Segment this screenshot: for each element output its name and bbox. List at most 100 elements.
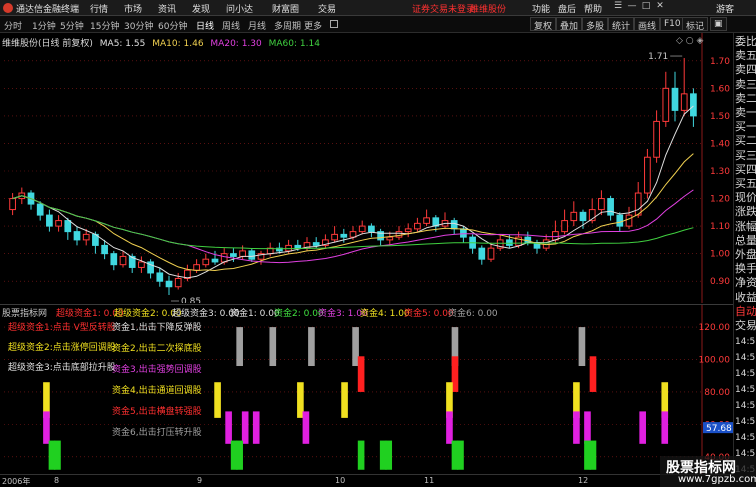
menu-after-hours[interactable]: 盘后 xyxy=(558,2,576,15)
sidebar-quote-label: 买四 xyxy=(735,162,756,176)
ma-legend: 维维股份(日线 前复权) MA5: 1.55 MA10: 1.46 MA20: … xyxy=(2,36,324,49)
signal-bar xyxy=(54,440,61,470)
layout-icon[interactable]: ▣ xyxy=(710,17,727,31)
zoom-controls-icon[interactable]: ◇ ○ ◈ xyxy=(676,36,703,46)
candle-body xyxy=(552,231,559,241)
multi-stock-button[interactable]: 多股 xyxy=(582,17,609,32)
sidebar-quote-label: 买五 xyxy=(735,177,756,190)
candle-body xyxy=(174,277,182,288)
period-toolbar: 分时 1分钟 5分钟 15分钟 30分钟 60分钟 日线 周线 月线 多周期 更… xyxy=(0,16,756,33)
tab-daily[interactable]: 日线 xyxy=(196,19,214,32)
maximize-icon[interactable]: □ xyxy=(640,1,652,14)
tab-more[interactable]: 更多 xyxy=(304,19,322,32)
candle-body xyxy=(570,211,578,222)
tab-timeshare[interactable]: 分时 xyxy=(4,19,22,32)
minimize-icon[interactable]: — xyxy=(626,1,638,14)
indicator-title[interactable]: 股票指标网 xyxy=(2,306,47,319)
calendar-icon[interactable] xyxy=(330,20,338,28)
tab-5min[interactable]: 5分钟 xyxy=(60,19,84,32)
signal-bar xyxy=(236,327,243,367)
signal-bar xyxy=(43,411,50,444)
candle-body xyxy=(312,242,320,246)
candle-body xyxy=(294,244,302,249)
menu-functions[interactable]: 功能 xyxy=(532,2,550,15)
candle-body xyxy=(64,220,72,233)
candle-body xyxy=(46,214,53,227)
sidebar-quote-label: 买一 xyxy=(735,120,756,134)
tab-1min[interactable]: 1分钟 xyxy=(32,19,56,32)
candle-body xyxy=(165,280,173,288)
candlestick-chart[interactable]: 1.70 1.60 1.50 1.40 1.30 1.20 1.10 1.00 0.90 1.71… xyxy=(0,33,733,303)
sidebar-trade-time: 14:5 xyxy=(735,385,756,395)
watermark-url: www.7gpzb.com xyxy=(678,474,756,485)
menu-help[interactable]: 帮助 xyxy=(584,2,602,15)
sidebar-quote-label: 卖三 xyxy=(735,77,756,91)
quote-sidebar: 委比 卖五 卖四 卖三 卖二 卖一 买一 买二 买三 买四 买五 现价 涨跌 涨幅 总量 外盘 换手 净资 收益 自动… xyxy=(733,33,756,475)
statistics-button[interactable]: 统计 xyxy=(608,17,635,32)
tab-multi-period[interactable]: 多周期 xyxy=(274,19,301,32)
header-fund4: 资金4: 1.00 xyxy=(360,309,410,319)
close-icon[interactable]: ✕ xyxy=(654,1,666,14)
menu-discover[interactable]: 发现 xyxy=(192,2,210,15)
indicator-header: 股票指标网 超级资金1: 0.00 超级资金2: 0.00 超级资金3: 0.0… xyxy=(0,305,733,319)
signal-bar xyxy=(302,411,310,444)
candle-body xyxy=(598,198,605,211)
user-guest[interactable]: 游客 xyxy=(716,2,734,15)
signal-bar xyxy=(308,327,315,367)
price-tick-label: 0.90 xyxy=(710,277,730,287)
candle-body xyxy=(358,225,366,233)
tab-weekly[interactable]: 周线 xyxy=(222,19,240,32)
signal-bar xyxy=(252,411,260,444)
signal-bar xyxy=(241,411,249,444)
indicator-panel[interactable]: 120.00100.0080.0060.0040.0057.68超级资金1:点击… xyxy=(0,304,733,475)
tab-30min[interactable]: 30分钟 xyxy=(124,19,153,32)
tab-60min[interactable]: 60分钟 xyxy=(158,19,187,32)
login-notice[interactable]: 证券交易未登录 xyxy=(412,2,475,15)
draw-line-button[interactable]: 画线 xyxy=(634,17,661,32)
sidebar-trade-time: 14:5 xyxy=(735,369,756,379)
signal-bar xyxy=(225,411,232,444)
sidebar-quote-label: 卖二 xyxy=(735,91,756,105)
candle-body xyxy=(349,231,357,238)
signal-bar xyxy=(661,411,669,444)
header-fund5: 资金5: 0.00 xyxy=(404,309,454,319)
candle-body xyxy=(138,261,145,268)
price-chart-panel[interactable]: 1.70 1.60 1.50 1.40 1.30 1.20 1.10 1.00 0.90 1.71… xyxy=(0,33,733,303)
adjust-button[interactable]: 复权 xyxy=(530,17,557,32)
candle-body xyxy=(36,203,44,216)
menu-wealth-circle[interactable]: 财富圈 xyxy=(272,2,299,15)
signal-bar xyxy=(589,440,597,470)
signal-bar xyxy=(584,411,591,444)
candle-body xyxy=(340,233,348,238)
tab-monthly[interactable]: 月线 xyxy=(248,19,266,32)
menu-trade[interactable]: 交易 xyxy=(318,2,336,15)
ma10-label: MA10: 1.46 xyxy=(152,39,204,49)
price-tick-label: 1.20 xyxy=(710,195,730,205)
time-label-nov: 11 xyxy=(424,476,435,485)
signal-bar xyxy=(457,440,464,470)
candle-body xyxy=(386,236,394,241)
candle-body xyxy=(607,198,614,216)
stock-label: 维维股份(日线 前复权) xyxy=(2,39,93,49)
menu-news[interactable]: 资讯 xyxy=(158,2,176,15)
menu-icon[interactable]: ☰ xyxy=(612,1,624,14)
indicator-tick-label: 80.00 xyxy=(704,388,730,398)
indicator-chart[interactable]: 120.00100.0080.0060.0040.0057.68超级资金1:点击… xyxy=(0,305,733,475)
indicator-value-tag: 57.68 xyxy=(706,424,732,434)
overlay-button[interactable]: 叠加 xyxy=(556,17,583,32)
f10-button[interactable]: F10 xyxy=(660,17,685,31)
sidebar-quote-label: 卖四 xyxy=(735,63,756,77)
signal-bar xyxy=(589,356,597,392)
sidebar-quote-label: 换手 xyxy=(735,262,756,276)
indicator-tick-label: 120.00 xyxy=(699,323,731,333)
menu-market-quotes[interactable]: 行情 xyxy=(90,2,108,15)
mark-button[interactable]: 标记 xyxy=(682,17,709,32)
candle-body xyxy=(680,93,688,111)
tab-15min[interactable]: 15分钟 xyxy=(90,19,119,32)
menu-ask-xiaoda[interactable]: 问小达 xyxy=(226,2,253,15)
candle-body xyxy=(625,214,633,227)
candle-body xyxy=(211,258,219,263)
header-fund1: 资金1: 0.00 xyxy=(230,309,280,319)
menu-market[interactable]: 市场 xyxy=(124,2,142,15)
candle-body xyxy=(671,87,679,111)
